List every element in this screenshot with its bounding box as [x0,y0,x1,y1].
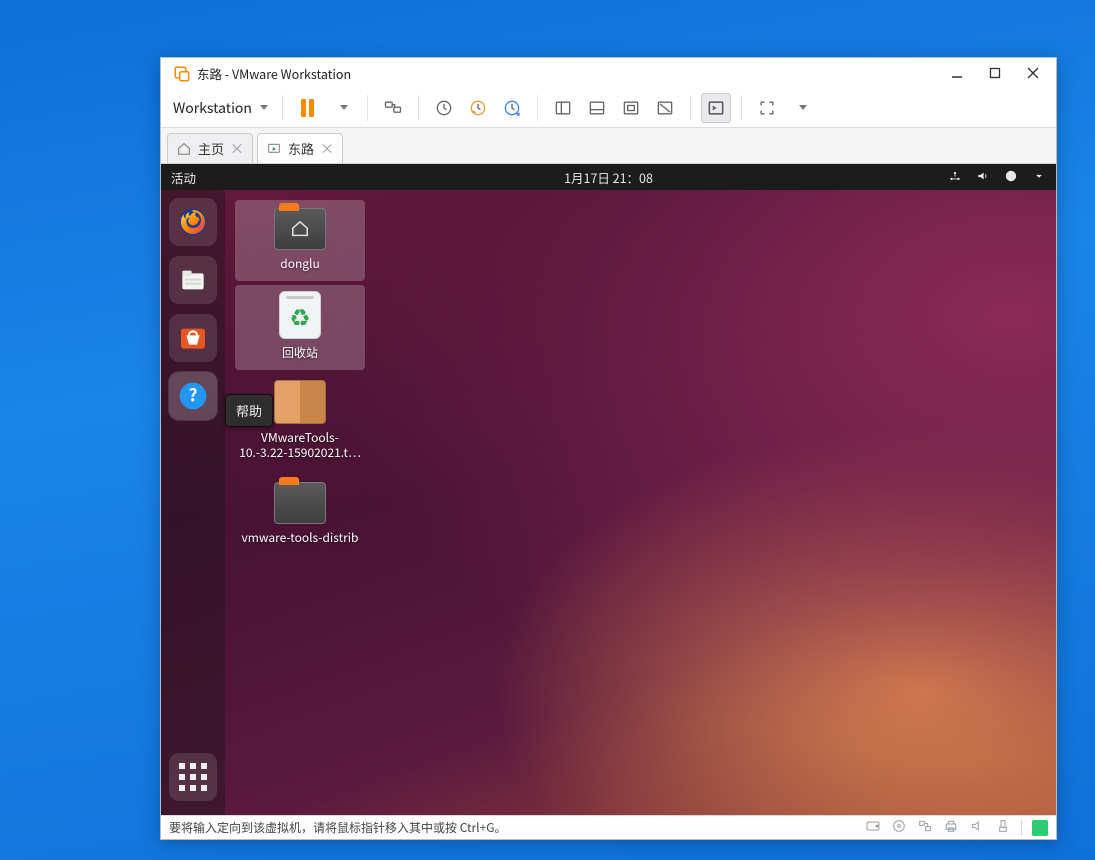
dock-firefox[interactable] [169,198,217,246]
tab-close-icon[interactable]: × [320,142,334,156]
gnome-top-bar: 活动 1月17日 21：08 [161,164,1056,190]
fullscreen-dropdown[interactable] [786,93,816,123]
guest-display[interactable]: 活动 1月17日 21：08 ? [161,164,1056,815]
system-menu-chevron-icon[interactable] [1032,168,1046,187]
snapshot-revert-button[interactable] [463,93,493,123]
tabbar: 主页 × 东路 × [161,128,1056,164]
network-icon[interactable] [948,168,962,187]
status-disk-icon[interactable] [865,818,881,838]
ubuntu-dock: ? [161,190,225,815]
pause-dropdown[interactable] [327,93,357,123]
view-console-button[interactable] [701,93,731,123]
maximize-button[interactable] [978,61,1012,85]
status-printer-icon[interactable] [943,818,959,838]
status-sound-icon[interactable] [969,818,985,838]
vm-running-icon [266,141,282,157]
view-split-bottom-button[interactable] [582,93,612,123]
view-split-left-button[interactable] [548,93,578,123]
desktop-icon-label: donglu [239,256,361,271]
status-network-icon[interactable] [917,818,933,838]
minimize-button[interactable] [940,61,974,85]
fullscreen-button[interactable] [752,93,782,123]
desktop-icon-vmtools-folder[interactable]: vmware-tools-distrib [235,474,365,555]
tab-home-label: 主页 [198,139,224,158]
pause-vm-button[interactable] [293,93,323,123]
desktop-icon-label: 回收站 [239,345,361,360]
dock-files[interactable] [169,256,217,304]
clock-label[interactable]: 1月17日 21：08 [564,168,653,187]
status-bar: 要将输入定向到该虚拟机，请将鼠标指针移入其中或按 Ctrl+G。 [161,815,1056,839]
view-stretch-button[interactable] [616,93,646,123]
toolbar: Workstation [161,88,1056,128]
snapshot-take-button[interactable] [429,93,459,123]
chevron-down-icon [260,105,268,110]
dock-help[interactable]: ? [169,372,217,420]
titlebar: 东路 - VMware Workstation [161,58,1056,88]
tab-home[interactable]: 主页 × [167,133,253,163]
tab-close-icon[interactable]: × [230,142,244,156]
power-icon[interactable] [1004,168,1018,187]
workstation-menu[interactable]: Workstation [169,94,272,122]
desktop-icon-vmtools-archive[interactable]: VMwareTools-10.-3.22-15902021.t… [235,374,365,470]
svg-text:?: ? [189,381,198,406]
desktop-icons: donglu ♻ 回收站 VMwareTools-10.-3.22-159020… [235,200,385,559]
activities-button[interactable]: 活动 [171,168,196,187]
sound-icon[interactable] [976,168,990,187]
desktop-icon-home[interactable]: donglu [235,200,365,281]
status-usb-icon[interactable] [995,818,1011,838]
view-unity-button[interactable] [650,93,680,123]
desktop-icon-label: VMwareTools-10.-3.22-15902021.t… [239,430,361,460]
vmware-app-icon [173,64,191,82]
home-icon [176,141,192,157]
vmware-window: 东路 - VMware Workstation Workstation [160,57,1057,840]
status-cd-icon[interactable] [891,818,907,838]
window-title: 东路 - VMware Workstation [197,64,940,83]
tab-vm-label: 东路 [288,139,314,158]
dock-software[interactable] [169,314,217,362]
status-hint: 要将输入定向到该虚拟机，请将鼠标指针移入其中或按 Ctrl+G。 [169,819,507,836]
desktop-icon-label: vmware-tools-distrib [239,530,361,545]
snapshot-manager-button[interactable] [497,93,527,123]
close-button[interactable] [1016,61,1050,85]
workstation-menu-label: Workstation [173,98,252,118]
dock-show-apps[interactable] [169,753,217,801]
status-message-icon[interactable] [1032,820,1048,836]
desktop-icon-trash[interactable]: ♻ 回收站 [235,285,365,370]
send-ctrl-alt-del-button[interactable] [378,93,408,123]
tab-vm[interactable]: 东路 × [257,133,343,163]
